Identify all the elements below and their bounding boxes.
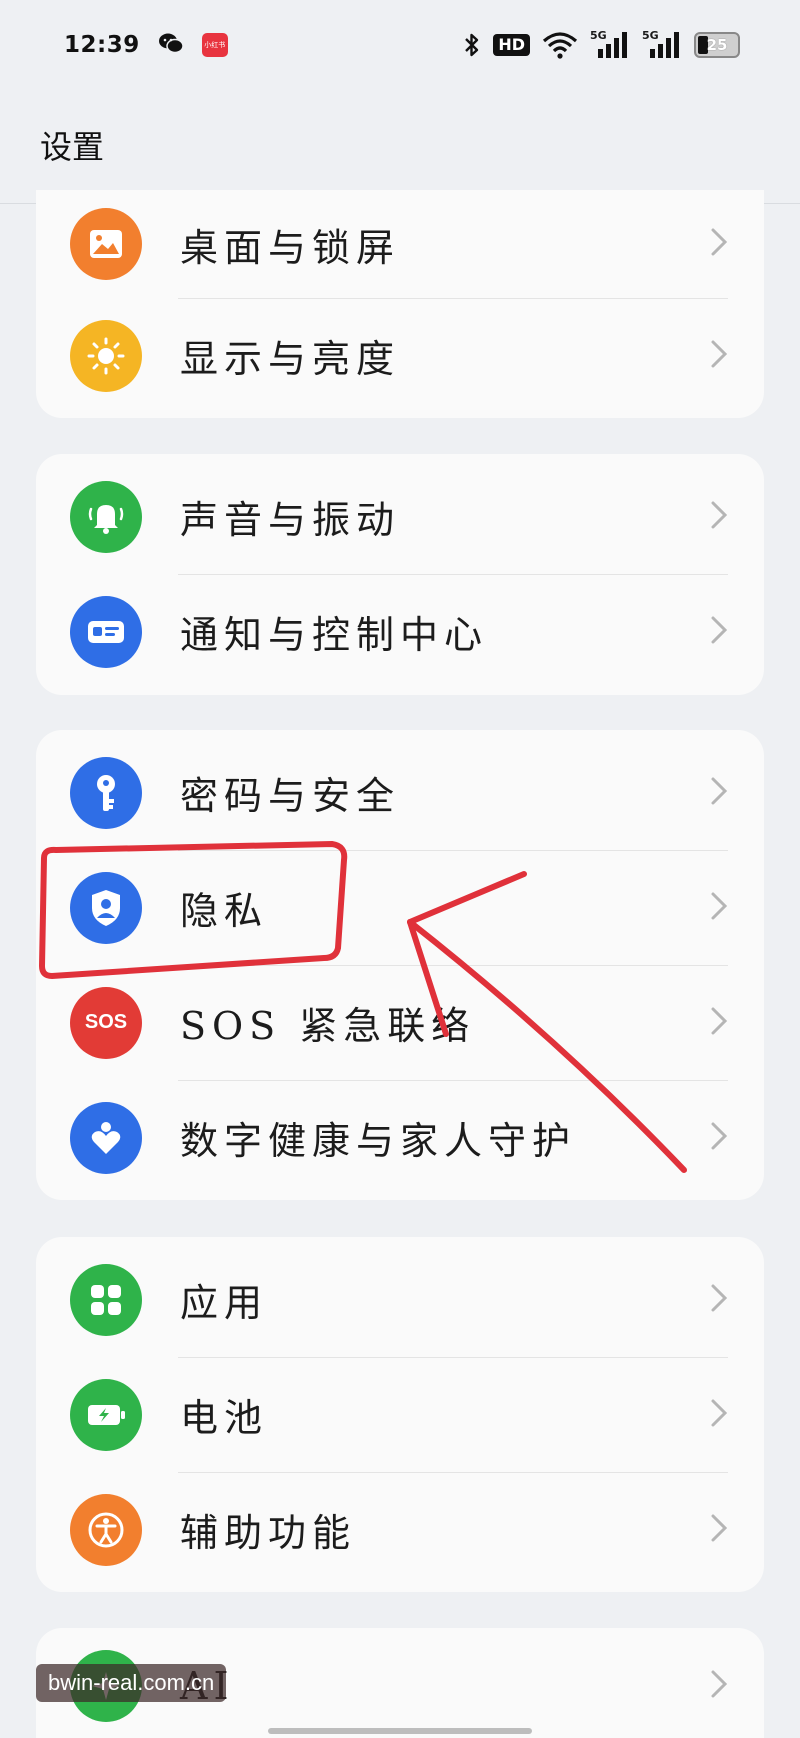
settings-item-label: 显示与亮度 — [180, 337, 401, 381]
settings-item-label: 应用 — [180, 1281, 269, 1325]
key-icon — [70, 756, 142, 829]
bell-icon — [70, 480, 142, 553]
settings-item-label: 电池 — [180, 1396, 269, 1440]
heart-icon — [70, 1101, 142, 1174]
chevron-right-icon — [710, 1669, 728, 1703]
status-bar: 12:39 小红书 HD 5G 5G 25 — [0, 0, 800, 90]
settings-group-sound: 声音与振动 通知与控制中心 — [36, 454, 764, 695]
chevron-right-icon — [710, 1121, 728, 1155]
wechat-icon — [158, 32, 184, 58]
chevron-right-icon — [710, 1398, 728, 1432]
signal-icon-1: 5G — [590, 29, 630, 59]
chevron-right-icon — [710, 891, 728, 925]
chevron-right-icon — [710, 339, 728, 373]
settings-item-sound-vibration[interactable]: 声音与振动 — [36, 459, 764, 574]
settings-item-label: 密码与安全 — [180, 774, 401, 818]
chevron-right-icon — [710, 615, 728, 649]
sos-icon-text: SOS — [84, 1011, 128, 1033]
notification-icon — [70, 595, 142, 668]
accessibility-icon — [70, 1493, 142, 1566]
settings-item-sos[interactable]: SOS SOS 紧急联络 — [36, 965, 764, 1080]
settings-item-notifications[interactable]: 通知与控制中心 — [36, 574, 764, 689]
settings-item-apps[interactable]: 应用 — [36, 1242, 764, 1357]
chevron-right-icon — [710, 500, 728, 534]
bluetooth-icon — [463, 32, 481, 58]
privacy-shield-icon — [70, 871, 142, 944]
wallpaper-icon — [70, 208, 142, 280]
settings-header: 设置 — [0, 90, 800, 204]
chevron-right-icon — [710, 1513, 728, 1547]
chevron-right-icon — [710, 1283, 728, 1317]
status-time: 12:39 — [64, 32, 140, 58]
hd-icon: HD — [493, 34, 530, 56]
settings-group-security: 密码与安全 隐私 SOS SOS 紧急联络 数字健康与家人守护 — [36, 730, 764, 1200]
watermark: bwin-real.com.cn — [36, 1664, 227, 1702]
settings-item-password-security[interactable]: 密码与安全 — [36, 735, 764, 850]
chevron-right-icon — [710, 776, 728, 810]
battery-icon — [70, 1378, 142, 1451]
battery-level: 25 — [706, 36, 728, 54]
settings-item-desktop-lockscreen[interactable]: 桌面与锁屏 — [36, 190, 764, 298]
settings-item-battery[interactable]: 电池 — [36, 1357, 764, 1472]
apps-grid-icon — [70, 1263, 142, 1336]
settings-item-privacy[interactable]: 隐私 — [36, 850, 764, 965]
settings-item-label: 辅助功能 — [180, 1511, 357, 1555]
settings-item-label: 隐私 — [180, 889, 269, 933]
chevron-right-icon — [710, 1006, 728, 1040]
wifi-icon — [542, 31, 578, 59]
settings-item-digital-wellbeing[interactable]: 数字健康与家人守护 — [36, 1080, 764, 1195]
xiaohongshu-badge-text: 小红书 — [204, 41, 226, 49]
page-title: 设置 — [40, 128, 105, 166]
settings-item-label: 通知与控制中心 — [180, 613, 489, 657]
settings-item-label: 数字健康与家人守护 — [180, 1119, 577, 1163]
chevron-right-icon — [710, 227, 728, 261]
settings-item-accessibility[interactable]: 辅助功能 — [36, 1472, 764, 1587]
settings-item-label: SOS 紧急联络 — [180, 1004, 476, 1048]
settings-item-label: 声音与振动 — [180, 498, 401, 542]
settings-group-display: 桌面与锁屏 显示与亮度 — [36, 190, 764, 418]
settings-item-display-brightness[interactable]: 显示与亮度 — [36, 298, 764, 413]
battery-status-icon: 25 — [694, 32, 740, 58]
sos-icon: SOS — [70, 986, 142, 1059]
settings-group-apps: 应用 电池 辅助功能 — [36, 1237, 764, 1592]
home-indicator — [268, 1728, 532, 1734]
xiaohongshu-icon: 小红书 — [201, 33, 228, 57]
signal-icon-2: 5G — [642, 29, 682, 59]
sun-icon — [70, 319, 142, 392]
settings-item-label: 桌面与锁屏 — [180, 225, 401, 270]
